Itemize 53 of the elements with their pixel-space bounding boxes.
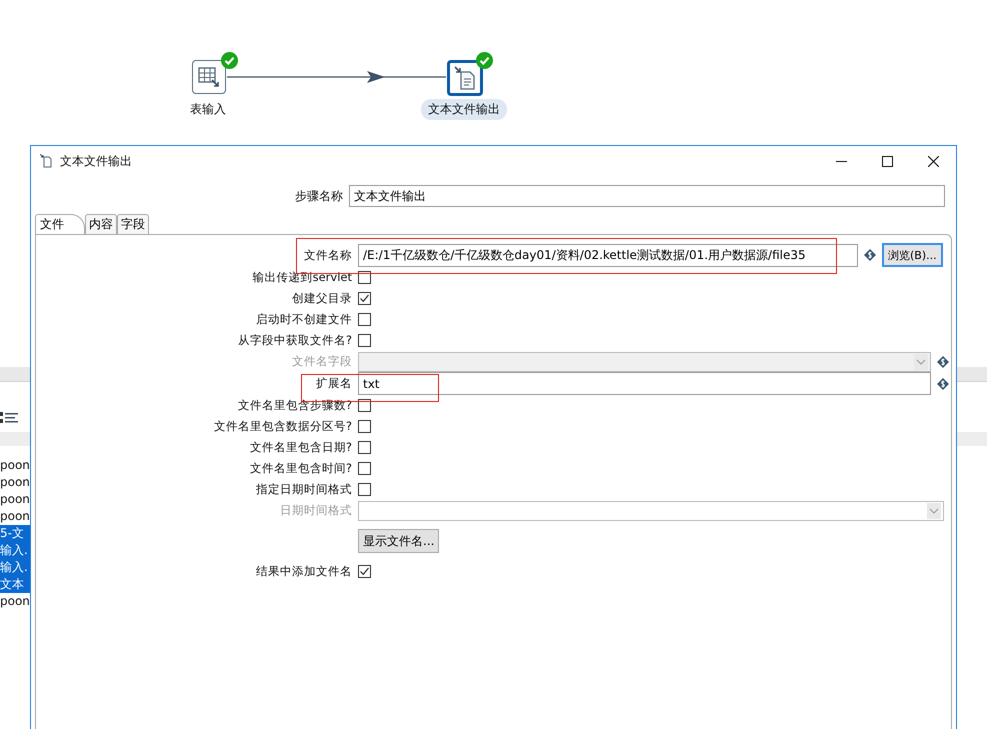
field-label: 文件名称 [304, 248, 352, 262]
list-item[interactable]: 输入. [0, 542, 31, 559]
field-label: 启动时不创建文件 [256, 312, 352, 326]
list-item[interactable]: 输入. [0, 559, 31, 576]
document-icon [40, 154, 52, 168]
close-icon[interactable] [928, 156, 939, 166]
list-item[interactable]: poon [0, 491, 31, 508]
step-node[interactable] [192, 60, 226, 94]
field-label: 步骤名称 [294, 188, 344, 204]
field-label: 文件名里包含数据分区号? [214, 419, 352, 433]
list-item[interactable]: poon [0, 593, 31, 610]
checkbox[interactable] [358, 271, 371, 284]
field-label: 日期时间格式 [280, 503, 352, 517]
list-item[interactable]: poon [0, 457, 31, 474]
checkbox[interactable] [358, 334, 371, 347]
checkbox[interactable] [358, 441, 371, 454]
checkbox[interactable] [358, 565, 371, 578]
list-item[interactable]: 5-文 [0, 525, 31, 542]
list-item[interactable]: poon [0, 474, 31, 491]
success-check-icon [476, 52, 493, 69]
checkbox[interactable] [358, 420, 371, 433]
field-label: 从字段中获取文件名? [238, 333, 352, 347]
field-label: 创建父目录 [292, 291, 352, 305]
field-label: 文件名里包含日期? [250, 440, 352, 454]
show-filename-button[interactable]: 显示文件名... [358, 529, 440, 553]
list-item[interactable]: 文本 [0, 576, 31, 593]
window-title: 文本文件输出 [60, 152, 132, 170]
step-label: 文本文件输出 [421, 99, 507, 120]
numbered-list-icon[interactable] [0, 411, 18, 425]
checkbox[interactable] [358, 292, 371, 305]
field-label: 指定日期时间格式 [256, 482, 352, 496]
field-label: 结果中添加文件名 [256, 564, 352, 578]
checkbox[interactable] [358, 462, 371, 475]
field-label: 文件名里包含时间? [250, 461, 352, 475]
success-check-icon [221, 52, 238, 69]
maximize-icon[interactable] [882, 156, 893, 166]
tab[interactable]: 文件 [35, 214, 85, 234]
checkbox[interactable] [358, 313, 371, 326]
table-icon [198, 66, 220, 88]
text-field[interactable]: txt [358, 372, 931, 395]
tab[interactable]: 字段 [117, 214, 149, 234]
list-item[interactable]: poon [0, 508, 31, 525]
checkbox[interactable] [358, 483, 371, 496]
browse-button[interactable]: 浏览(B)... [882, 243, 943, 267]
step-name-field[interactable]: 文本文件输出 [349, 185, 945, 207]
document-icon [454, 66, 476, 90]
tab[interactable]: 内容 [85, 214, 117, 234]
field-label: 文件名字段 [292, 354, 352, 368]
step-label: 表输入 [190, 101, 226, 118]
step-node[interactable] [447, 60, 483, 96]
field-label: 扩展名 [316, 376, 352, 390]
checkbox[interactable] [358, 399, 371, 412]
text-field[interactable]: /E:/1千亿级数仓/千亿级数仓day01/资料/02.kettle测试数据/01.用户数据源/file35 [358, 244, 858, 266]
